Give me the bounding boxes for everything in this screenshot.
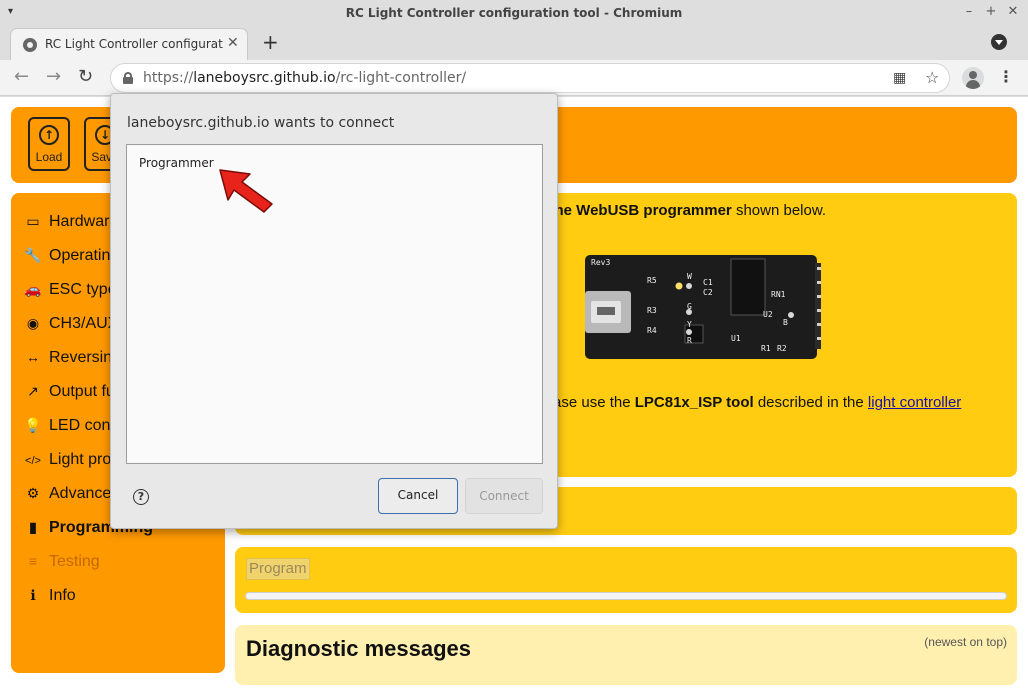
pcb-label-c2: C2 [703,288,713,297]
info-icon: ℹ [30,587,36,603]
toggle-icon: ◉ [26,315,40,331]
browser-tab[interactable]: RC Light Controller configuration tool ✕ [10,28,248,60]
arrows-h-icon: ↔ [26,349,40,365]
pcb-label-u1: U1 [731,334,741,343]
upload-icon: ↑ [39,125,59,145]
sidebar-item-info[interactable]: ℹ Info [23,587,223,611]
program-button: Program [246,558,310,580]
new-tab-button[interactable]: + [262,30,279,54]
wrench-icon: 🔧 [24,247,42,263]
light-controller-link[interactable]: light controller [868,394,961,411]
pcb-label-w: W [687,272,692,281]
car-icon: 🚗 [24,281,42,297]
code-icon: </> [25,455,41,467]
maximize-icon[interactable]: + [984,4,998,19]
programmer-board-image: Rev3 R5 R3 R4 C1 C2 RN1 U1 U2 R1 R2 W G … [585,255,821,359]
url-text[interactable]: https://laneboysrc.github.io/rc-light-co… [143,70,466,86]
hdd-icon: ▭ [26,213,40,229]
pcb-label-r4: R4 [647,326,657,335]
pcb-label-r3: R3 [647,306,657,315]
webusb-instructions: n the WebUSB programmer shown below. [537,202,827,219]
window-titlebar: ▾ RC Light Controller configuration tool… [0,0,1028,26]
profile-icon[interactable] [962,67,984,89]
back-button[interactable]: ← [14,66,29,87]
pcb-label-r1: R1 [761,344,771,353]
close-window-icon[interactable]: ✕ [1006,4,1020,19]
pcb-label-y: Y [687,320,692,329]
webusb-permission-dialog: laneboysrc.github.io wants to connect Pr… [110,93,558,529]
chip-icon: ▮ [29,519,37,535]
globe-icon [23,38,37,52]
device-list[interactable]: Programmer [126,144,543,464]
pcb-label-u2: U2 [763,310,773,319]
tab-strip: RC Light Controller configuration tool ✕ [0,26,1028,60]
load-label: Load [35,150,63,164]
dialog-title: laneboysrc.github.io wants to connect [127,115,395,131]
lock-icon[interactable] [123,72,133,84]
device-list-item-programmer[interactable]: Programmer [139,156,214,170]
minimize-icon[interactable]: – [962,4,976,19]
program-progress-bar [245,592,1007,600]
pcb-label-rn1: RN1 [771,290,786,299]
forward-button[interactable]: → [46,66,61,87]
cancel-button[interactable]: Cancel [378,478,458,514]
pcb-label-r: R [687,336,692,345]
tab-close-icon[interactable]: ✕ [227,35,239,51]
browser-menu-icon[interactable]: ⋮ [998,67,1014,86]
pcb-label-r2: R2 [777,344,787,353]
pcb-label-rev: Rev3 [591,258,610,267]
help-icon[interactable]: ? [133,489,149,505]
connect-button: Connect [465,478,543,514]
bookmark-star-icon[interactable]: ☆ [925,68,939,87]
tab-search-icon[interactable] [991,34,1007,50]
diagnostics-title: Diagnostic messages [246,636,471,661]
pcb-label-b: B [783,318,788,327]
browser-toolbar: ← → ↻ https://laneboysrc.github.io/rc-li… [0,60,1028,96]
cogs-icon: ⚙ [26,485,40,501]
diagnostics-note: (newest on top) [924,635,1007,649]
reload-button[interactable]: ↻ [78,66,93,87]
pcb-label-g: G [687,302,692,311]
qr-code-icon[interactable]: ▦ [893,70,906,86]
load-button[interactable]: ↑ Load [28,117,70,171]
program-panel: Program [235,547,1017,613]
pcb-label-c1: C1 [703,278,713,287]
window-title: RC Light Controller configuration tool -… [345,6,683,20]
sidebar-item-testing: ≡ Testing [23,553,223,577]
pcb-label-r5: R5 [647,276,657,285]
diagnostics-panel: Diagnostic messages (newest on top) [235,625,1017,685]
red-pointer-arrow-icon [219,169,273,213]
address-bar[interactable]: https://laneboysrc.github.io/rc-light-co… [110,63,950,93]
lightbulb-icon: 💡 [24,417,42,433]
tab-title: RC Light Controller configuration tool [45,37,223,51]
external-link-icon: ↗ [27,383,39,399]
lpc81x-isp-instructions: ase use the LPC81x_ISP tool described in… [553,394,962,411]
sliders-icon: ≡ [28,553,38,569]
